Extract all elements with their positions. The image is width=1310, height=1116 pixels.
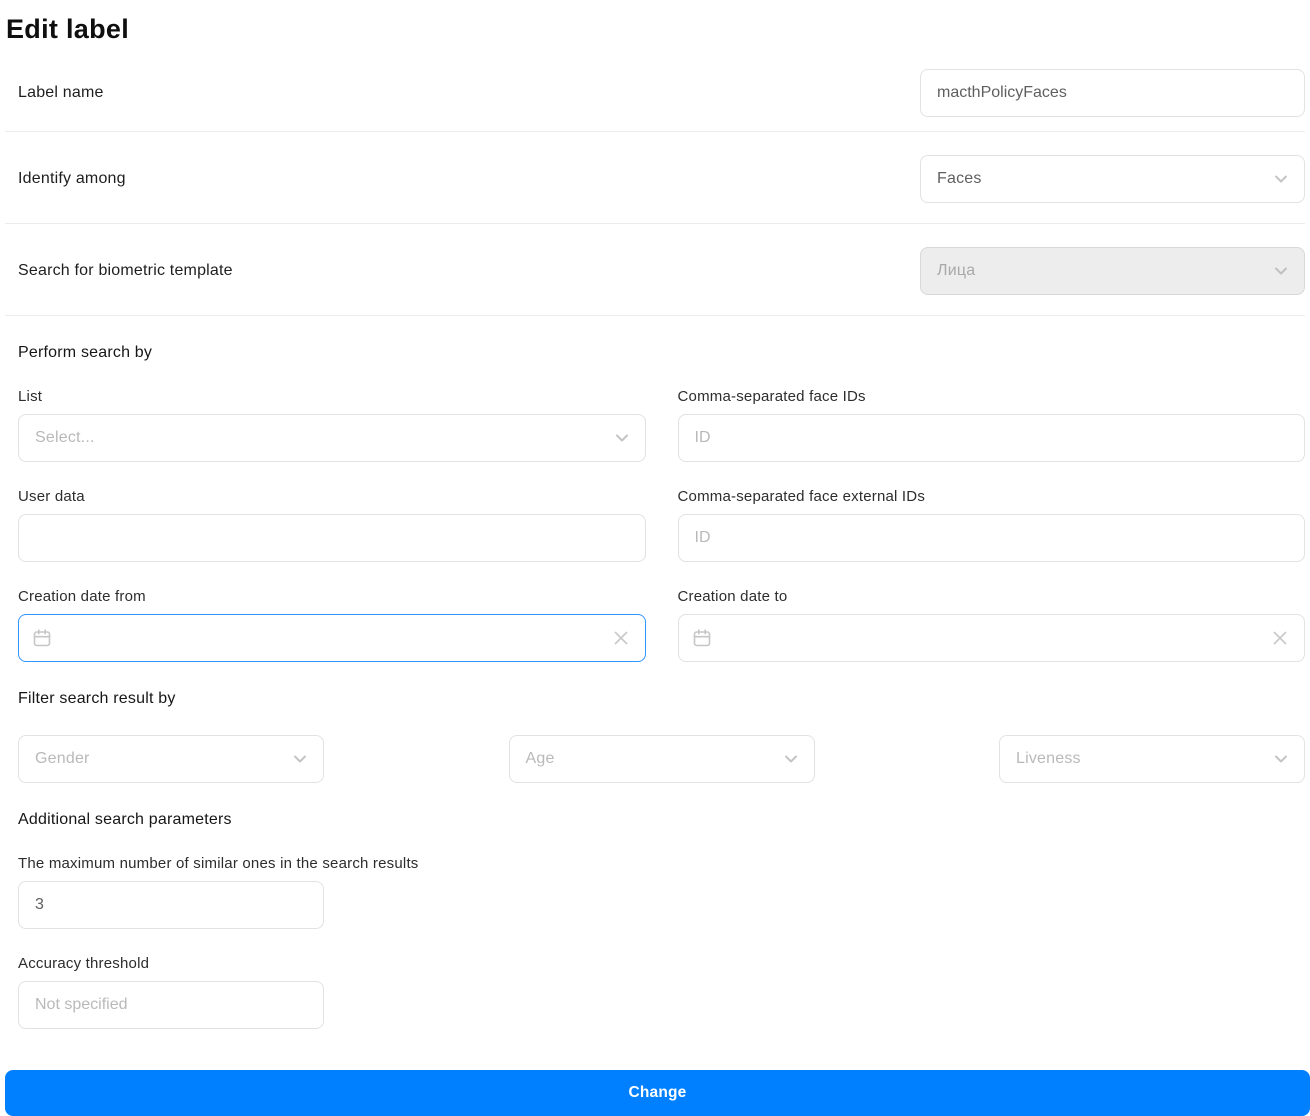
user-data-field-group: User data [18, 488, 646, 562]
clear-x-icon[interactable] [611, 628, 631, 648]
external-ids-label: Comma-separated face external IDs [678, 488, 1306, 505]
liveness-placeholder: Liveness [1016, 750, 1081, 768]
accuracy-threshold-input[interactable] [18, 981, 324, 1029]
date-to-input[interactable] [713, 629, 1271, 647]
chevron-down-icon [781, 749, 801, 769]
accuracy-threshold-label: Accuracy threshold [18, 955, 1305, 972]
identify-among-select[interactable]: Faces [920, 155, 1305, 203]
chevron-down-icon [1271, 261, 1291, 281]
clear-x-icon[interactable] [1270, 628, 1290, 648]
identify-among-label: Identify among [18, 170, 126, 188]
date-from-label: Creation date from [18, 588, 646, 605]
face-ids-input[interactable] [678, 414, 1306, 462]
page-title: Edit label [6, 14, 1305, 45]
change-button[interactable]: Change [5, 1070, 1310, 1116]
calendar-icon [31, 627, 53, 649]
list-field-group: List Select... [18, 388, 646, 462]
date-to-picker[interactable] [678, 614, 1306, 662]
face-ids-label: Comma-separated face IDs [678, 388, 1306, 405]
row-biometric-template: Search for biometric template Лица [5, 224, 1305, 316]
edit-label-form: Edit label Label name Identify among Fac… [0, 14, 1310, 1116]
chevron-down-icon [1271, 749, 1291, 769]
external-ids-field-group: Comma-separated face external IDs [678, 488, 1306, 562]
date-from-field-group: Creation date from [18, 588, 646, 662]
row-label-name: Label name [5, 55, 1305, 132]
age-select[interactable]: Age [509, 735, 815, 783]
biometric-template-value: Лица [937, 262, 975, 280]
additional-heading: Additional search parameters [18, 811, 1305, 829]
gender-select[interactable]: Gender [18, 735, 324, 783]
chevron-down-icon [290, 749, 310, 769]
perform-search-heading: Perform search by [18, 344, 1305, 362]
label-name-label: Label name [18, 84, 104, 102]
date-to-field-group: Creation date to [678, 588, 1306, 662]
filter-heading: Filter search result by [18, 690, 1305, 708]
list-label: List [18, 388, 646, 405]
date-to-label: Creation date to [678, 588, 1306, 605]
user-data-input[interactable] [18, 514, 646, 562]
date-from-input[interactable] [53, 629, 611, 647]
perform-search-grid: List Select... Comma-separated face IDs … [18, 362, 1305, 662]
label-name-input[interactable] [920, 69, 1305, 117]
row-identify-among: Identify among Faces [5, 132, 1305, 224]
biometric-template-select: Лица [920, 247, 1305, 295]
biometric-template-label: Search for biometric template [18, 262, 233, 280]
chevron-down-icon [1271, 169, 1291, 189]
external-ids-input[interactable] [678, 514, 1306, 562]
gender-placeholder: Gender [35, 750, 90, 768]
filter-row: Gender Age Liveness [18, 735, 1305, 783]
calendar-icon [691, 627, 713, 649]
face-ids-field-group: Comma-separated face IDs [678, 388, 1306, 462]
max-similar-input[interactable] [18, 881, 324, 929]
date-from-picker[interactable] [18, 614, 646, 662]
max-similar-label: The maximum number of similar ones in th… [18, 855, 1305, 872]
chevron-down-icon [612, 428, 632, 448]
user-data-label: User data [18, 488, 646, 505]
age-placeholder: Age [526, 750, 555, 768]
identify-among-value: Faces [937, 170, 982, 188]
liveness-select[interactable]: Liveness [999, 735, 1305, 783]
list-select[interactable]: Select... [18, 414, 646, 462]
list-placeholder: Select... [35, 429, 95, 447]
